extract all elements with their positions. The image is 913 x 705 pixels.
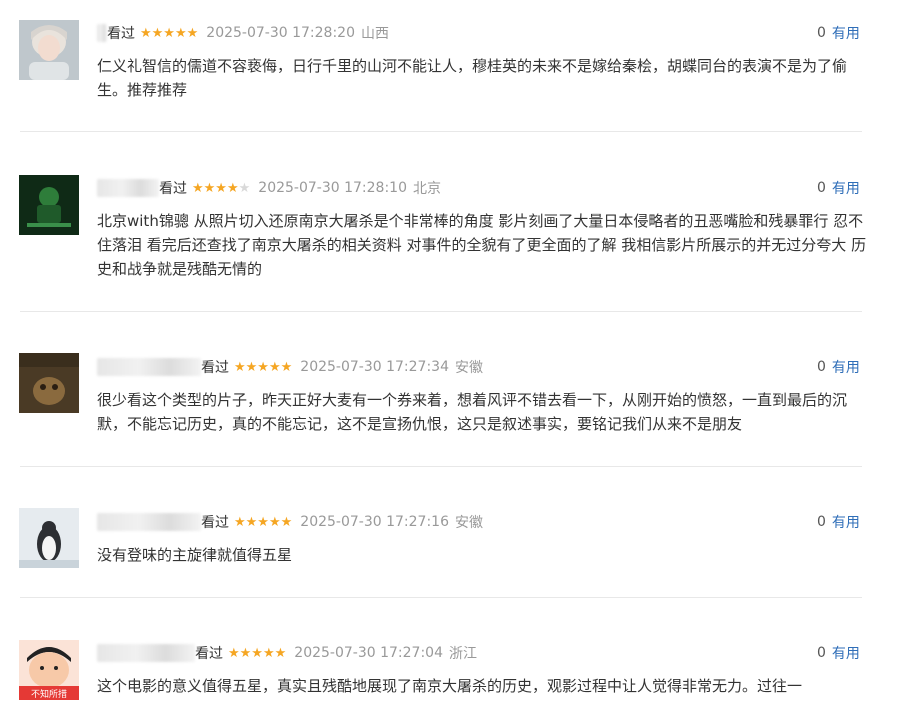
username-blurred[interactable] <box>97 358 201 376</box>
useful-count: 0 <box>817 359 826 375</box>
username-blurred[interactable] <box>97 24 107 42</box>
useful-count: 0 <box>817 645 826 661</box>
watched-label: 看过 <box>201 515 229 531</box>
review-meta: 看过 ★★★★★ 2025-07-30 17:27:04 浙江 <box>97 642 477 664</box>
watched-label: 看过 <box>107 26 135 42</box>
review-content: 仁义礼智信的儒道不容亵侮，日行千里的山河不能让人，穆桂英的未来不是嫁给秦桧，胡蝶… <box>97 57 848 99</box>
review-location: 安徽 <box>454 360 483 376</box>
rating-stars: ★★★★★ <box>192 180 251 196</box>
divider <box>20 466 862 467</box>
avatar-image <box>19 353 79 413</box>
avatar-image <box>19 508 79 568</box>
avatar-image: 不知所措 <box>19 640 79 700</box>
useful-button[interactable]: 有用 <box>832 512 860 532</box>
useful-count: 0 <box>817 180 826 196</box>
rating-stars: ★★★★★ <box>228 645 287 661</box>
review-location: 山西 <box>360 26 389 42</box>
username-blurred[interactable] <box>97 513 201 531</box>
useful-vote: 0 有用 <box>817 642 860 664</box>
review-time: 2025-07-30 17:27:16 <box>300 514 449 530</box>
watched-label: 看过 <box>159 181 187 197</box>
review-content: 北京with锦骢 从照片切入还原南京大屠杀是个非常棒的角度 影片刻画了大量日本侵… <box>97 212 867 278</box>
rating-stars: ★★★★★ <box>140 25 199 41</box>
useful-button[interactable]: 有用 <box>832 357 860 377</box>
useful-button[interactable]: 有用 <box>832 178 860 198</box>
review-time: 2025-07-30 17:28:20 <box>206 25 355 41</box>
watched-label: 看过 <box>195 646 223 662</box>
review-location: 北京 <box>412 181 441 197</box>
review-meta: 看过 ★★★★★ 2025-07-30 17:28:20 山西 <box>97 22 389 44</box>
user-avatar[interactable] <box>19 20 79 80</box>
review-meta: 看过 ★★★★★ 2025-07-30 17:27:34 安徽 <box>97 356 483 378</box>
review-meta: 看过 ★★★★★ 2025-07-30 17:28:10 北京 <box>97 177 441 199</box>
review-content: 很少看这个类型的片子，昨天正好大麦有一个券来着，想着风评不错去看一下，从刚开始的… <box>97 391 848 433</box>
user-avatar[interactable] <box>19 353 79 413</box>
review-time: 2025-07-30 17:28:10 <box>258 180 407 196</box>
user-avatar[interactable] <box>19 508 79 568</box>
review-time: 2025-07-30 17:27:04 <box>294 645 443 661</box>
useful-count: 0 <box>817 25 826 41</box>
review-time: 2025-07-30 17:27:34 <box>300 359 449 375</box>
divider <box>20 131 862 132</box>
avatar-image <box>19 175 79 235</box>
divider <box>20 597 862 598</box>
watched-label: 看过 <box>201 360 229 376</box>
rating-stars: ★★★★★ <box>234 514 293 530</box>
username-blurred[interactable] <box>97 644 195 662</box>
useful-vote: 0 有用 <box>817 177 860 199</box>
username-blurred[interactable] <box>97 179 159 197</box>
review-meta: 看过 ★★★★★ 2025-07-30 17:27:16 安徽 <box>97 511 483 533</box>
avatar-caption: 不知所措 <box>31 688 67 700</box>
useful-count: 0 <box>817 514 826 530</box>
review-content: 这个电影的意义值得五星，真实且残酷地展现了南京大屠杀的历史，观影过程中让人觉得非… <box>97 677 803 695</box>
useful-vote: 0 有用 <box>817 22 860 44</box>
review-location: 浙江 <box>448 646 477 662</box>
useful-button[interactable]: 有用 <box>832 643 860 663</box>
divider <box>20 311 862 312</box>
review-content: 没有登味的主旋律就值得五星 <box>97 546 293 564</box>
review-location: 安徽 <box>454 515 483 531</box>
useful-vote: 0 有用 <box>817 356 860 378</box>
useful-vote: 0 有用 <box>817 511 860 533</box>
useful-button[interactable]: 有用 <box>832 23 860 43</box>
user-avatar[interactable] <box>19 175 79 235</box>
rating-stars: ★★★★★ <box>234 359 293 375</box>
user-avatar[interactable]: 不知所措 <box>19 640 79 700</box>
avatar-image <box>19 20 79 80</box>
review-list: 看过 ★★★★★ 2025-07-30 17:28:20 山西 0 有用 仁义礼… <box>0 0 913 705</box>
